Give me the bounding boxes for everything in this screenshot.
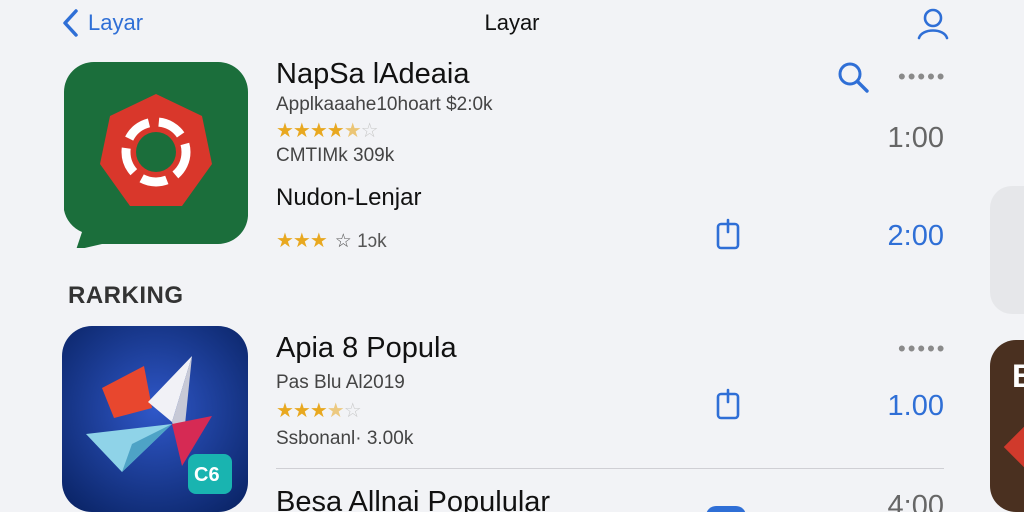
featured-more-button[interactable]: •••••: [898, 64, 947, 90]
ranking-app-stars: ★★★★☆: [276, 400, 362, 422]
featured-rating-stars: ★★★★★☆: [276, 120, 379, 142]
featured-developer: Applkaaahe10hoart $2:0k: [276, 94, 493, 115]
side-app-shape: [1003, 425, 1024, 469]
app-logo-icon: [64, 62, 248, 248]
featured-app-icon[interactable]: [62, 60, 250, 248]
featured-secondary-rating-text: ☆ 1ɔk: [334, 231, 387, 252]
page-title: Layar: [484, 10, 540, 35]
featured-app-name[interactable]: NapSa lAdeaia: [276, 58, 469, 91]
paper-plane-icon: [62, 326, 248, 512]
ranking-app-icon[interactable]: C6: [62, 326, 248, 512]
person-icon[interactable]: [916, 6, 950, 40]
section-title: RARKING: [68, 282, 184, 309]
featured-subtitle: Nudon-Lenjar: [276, 184, 422, 211]
ranking-app-name[interactable]: Apia 8 Popula: [276, 332, 457, 365]
featured-secondary-stars: ★★★ ☆ 1ɔk: [276, 230, 387, 252]
ranking-more-button[interactable]: •••••: [898, 336, 947, 362]
featured-rating-count: CMTIMk 309k: [276, 145, 395, 166]
side-card[interactable]: [990, 186, 1024, 314]
side-app-icon[interactable]: B: [990, 340, 1024, 512]
share-icon[interactable]: [715, 388, 741, 420]
ranking-app-developer: Pas Blu Al2019: [276, 372, 405, 393]
app-badge: C6: [194, 464, 220, 486]
featured-price-primary[interactable]: 1:00: [856, 122, 944, 155]
ranking-app-price[interactable]: 1.00: [856, 390, 944, 423]
featured-price-secondary[interactable]: 2:00: [856, 220, 944, 253]
search-icon[interactable]: [836, 60, 870, 94]
get-button[interactable]: [706, 506, 746, 512]
ranking-app-name[interactable]: Besa Allnai Populular: [276, 486, 550, 512]
ranking-app-reviews: Ssbonanl· 3.00k: [276, 428, 414, 449]
ranking-app-price[interactable]: 4:00: [856, 490, 944, 512]
share-icon[interactable]: [715, 218, 741, 250]
divider: [276, 468, 944, 469]
side-app-letter: B: [1012, 358, 1024, 394]
